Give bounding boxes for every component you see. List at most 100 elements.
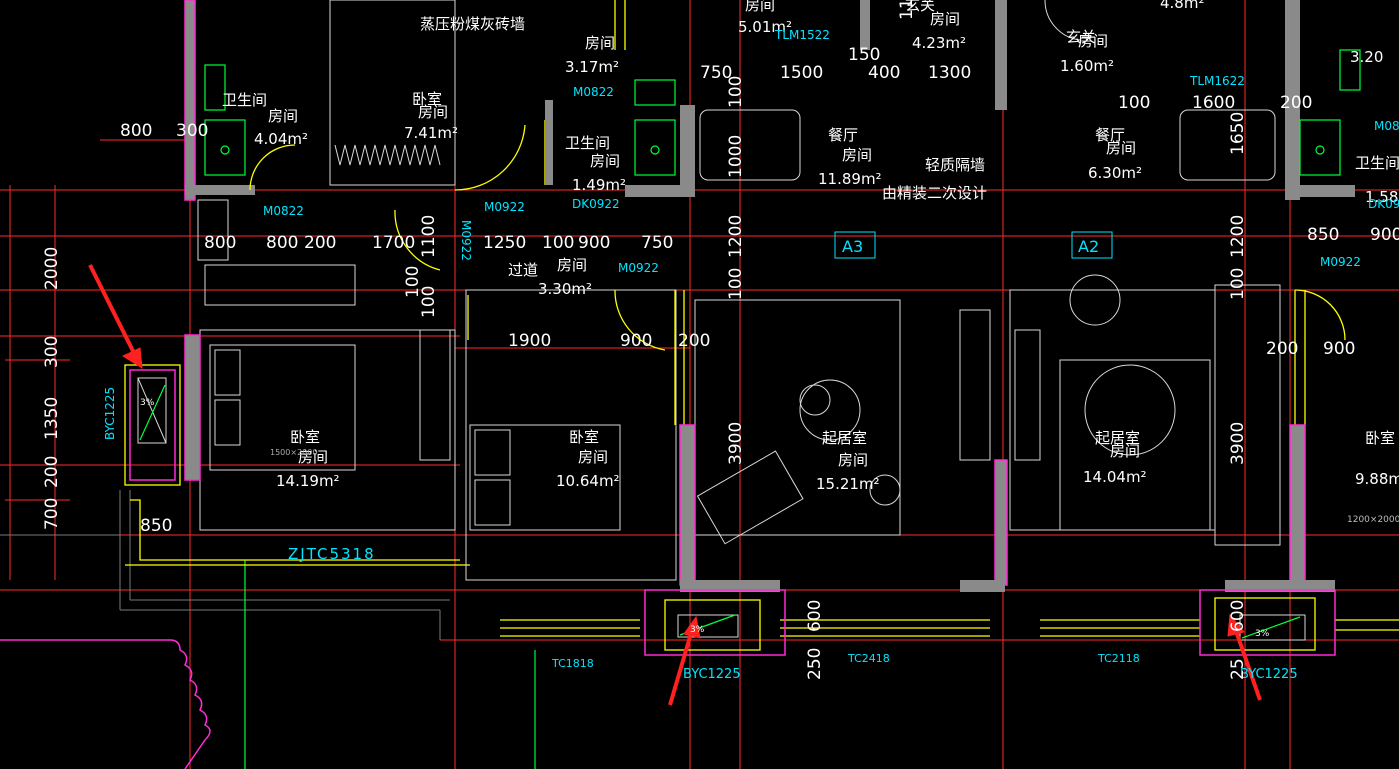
room-6-area: 11.89m² xyxy=(818,170,882,188)
dim-2000: 2000 xyxy=(42,247,62,290)
dim-3900b: 3900 xyxy=(1228,422,1248,465)
room-13-type: 房间 xyxy=(1110,442,1140,460)
dim-1200b: 1200 xyxy=(1228,215,1248,258)
dim-100d: 100 xyxy=(726,268,746,300)
code-m0922-a: M0922 xyxy=(484,200,525,214)
dim-100a: 100 xyxy=(1118,93,1150,113)
room-3-name: 卫生间 xyxy=(565,134,610,152)
dim-1700: 1700 xyxy=(372,233,415,253)
room-14-name: 卧室 xyxy=(1365,429,1395,447)
room-3-area: 1.49m² xyxy=(572,176,626,194)
dim-900d: 900 xyxy=(1323,339,1355,359)
code-byc-mid: BYC1225 xyxy=(683,667,741,682)
room-12-area: 6.30m² xyxy=(1088,164,1142,182)
code-dk0922: DK0922 xyxy=(572,197,620,211)
room-6-name: 餐厅 xyxy=(828,126,858,144)
landscape-boundary xyxy=(0,639,211,769)
room-12-type: 房间 xyxy=(1106,139,1136,157)
room-11-area: 1.60m² xyxy=(1060,57,1114,75)
dim-200e: 200 xyxy=(42,456,62,488)
dim-700: 700 xyxy=(42,498,62,530)
dim-1300: 1300 xyxy=(928,63,971,83)
room-8-name: 卧室 xyxy=(290,428,320,446)
dim-1200a: 1200 xyxy=(726,215,746,258)
dim-200a: 200 xyxy=(1280,93,1312,113)
dim-150: 150 xyxy=(848,45,880,65)
dim-850a: 850 xyxy=(1307,225,1339,245)
room-17-name: 卫生间 xyxy=(1355,154,1399,172)
dim-110: 110 xyxy=(897,0,917,20)
dim-1350: 1350 xyxy=(42,397,62,440)
dim-800b: 800 xyxy=(204,233,236,253)
room-6-type: 房间 xyxy=(842,146,872,164)
room-3-type: 房间 xyxy=(590,152,620,170)
dim-900b: 900 xyxy=(1370,225,1399,245)
dim-3900a: 3900 xyxy=(726,422,746,465)
walls xyxy=(184,0,1355,592)
unit-tag-a2: A2 xyxy=(1078,237,1099,256)
room-0-name: 卫生间 xyxy=(222,91,267,109)
partition-note-1: 轻质隔墙 xyxy=(925,156,985,174)
floor-plan-canvas: 卫生间 房间 4.04m² 卧室 房间 7.41m² 房间 3.17m² 卫生间… xyxy=(0,0,1399,769)
code-slope-b: 3% xyxy=(690,625,705,635)
room-13-area: 14.04m² xyxy=(1083,468,1147,486)
code-bed-a: 1500×2000 xyxy=(270,448,317,457)
unit-tag-a3: A3 xyxy=(842,237,863,256)
dim-1100: 1100 xyxy=(419,215,439,258)
dim-100b: 100 xyxy=(542,233,574,253)
dim-600b: 600 xyxy=(1228,600,1248,632)
dim-300: 300 xyxy=(176,121,208,141)
code-tlm1522: TLM1522 xyxy=(774,28,830,42)
code-m0922-d: M0922 xyxy=(1320,255,1361,269)
room-9-name: 卧室 xyxy=(569,428,599,446)
code-m08-r: M08 xyxy=(1374,119,1399,133)
dim-1900: 1900 xyxy=(508,331,551,351)
code-m0922-b: M0922 xyxy=(459,220,473,261)
dim-1650: 1650 xyxy=(1228,112,1248,155)
room-5-area: 4.23m² xyxy=(912,34,966,52)
code-tc2118: TC2118 xyxy=(1097,652,1140,665)
room-10-area: 15.21m² xyxy=(816,475,880,493)
room-0-type: 房间 xyxy=(268,107,298,125)
dim-100e: 100 xyxy=(1228,268,1248,300)
dim-900c: 900 xyxy=(620,331,652,351)
room-11-type: 房间 xyxy=(1078,32,1108,50)
code-bed-b: 1200×2000 xyxy=(1347,515,1399,525)
code-m0922-c: M0922 xyxy=(618,261,659,275)
dim-300b: 300 xyxy=(42,336,62,368)
dim-100g: 100 xyxy=(419,286,439,318)
room-10-type: 房间 xyxy=(838,451,868,469)
room-10-name: 起居室 xyxy=(822,429,867,447)
code-tc1818: TC1818 xyxy=(551,657,594,670)
room-16-area: 3.20 xyxy=(1350,48,1383,66)
partition-note-2: 由精装二次设计 xyxy=(882,184,987,202)
room-14-area: 9.88m xyxy=(1355,470,1399,488)
code-m0822-a: M0822 xyxy=(263,204,304,218)
room-7-type: 房间 xyxy=(557,256,587,274)
room-4-type: 房间 xyxy=(745,0,775,14)
dim-200b: 200 xyxy=(304,233,336,253)
room-7-area: 3.30m² xyxy=(538,280,592,298)
code-tlm1622: TLM1622 xyxy=(1189,74,1245,88)
balcony-right xyxy=(1199,589,1336,656)
room-9-area: 10.64m² xyxy=(556,472,620,490)
room-1-area: 7.41m² xyxy=(404,124,458,142)
code-byc-left: BYC1225 xyxy=(103,387,117,440)
dim-200c: 200 xyxy=(678,331,710,351)
room-2-area: 3.17m² xyxy=(565,58,619,76)
dim-900a: 900 xyxy=(578,233,610,253)
balcony-left xyxy=(124,364,181,486)
dim-1250: 1250 xyxy=(483,233,526,253)
dim-800c: 800 xyxy=(266,233,298,253)
dim-1000: 1000 xyxy=(726,135,746,178)
code-slope-a: 3% xyxy=(140,398,155,408)
room-15-area: 4.8m² xyxy=(1160,0,1204,12)
dim-800a: 800 xyxy=(120,121,152,141)
code-dk0922-r: DK09 xyxy=(1368,197,1399,211)
dim-250a: 250 xyxy=(805,648,825,680)
balcony-mid xyxy=(644,589,786,656)
dim-600a: 600 xyxy=(805,600,825,632)
dim-750b: 750 xyxy=(641,233,673,253)
dim-400: 400 xyxy=(868,63,900,83)
code-zjtc5318: ZJTC5318 xyxy=(288,545,376,563)
